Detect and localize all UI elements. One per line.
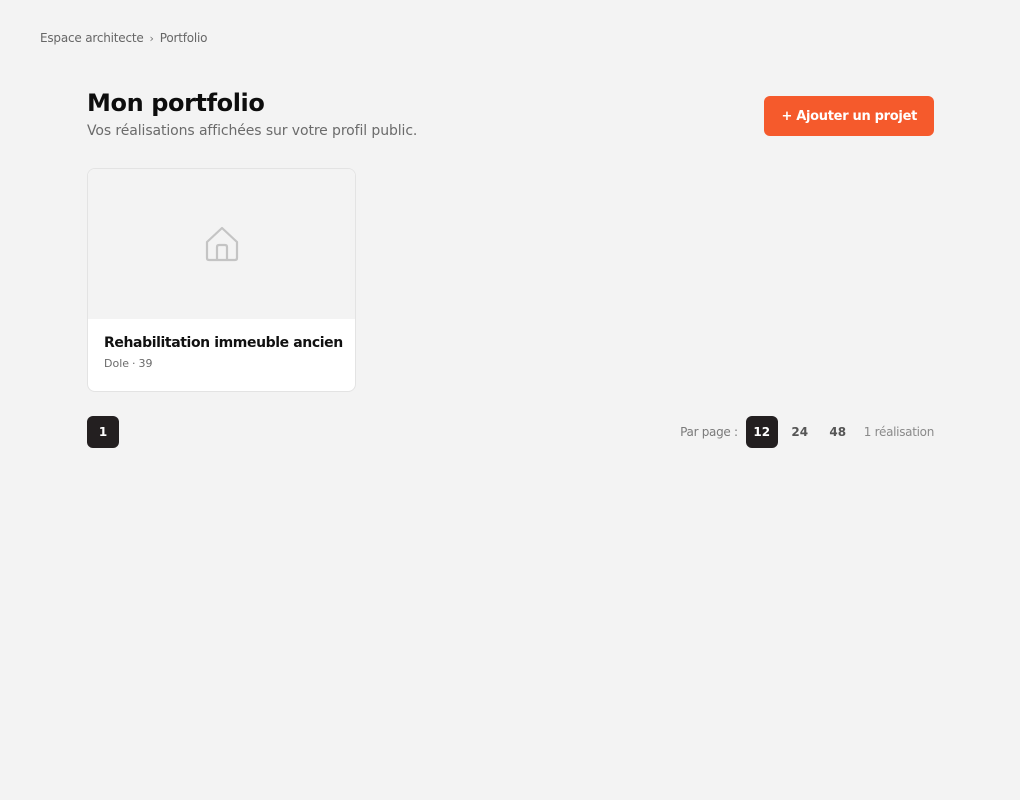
- page-subtitle: Vos réalisations affichées sur votre pro…: [87, 123, 418, 139]
- breadcrumb: Espace architecte › Portfolio: [40, 31, 208, 45]
- page-title: Mon portfolio: [87, 89, 265, 117]
- per-page-option-24[interactable]: 24: [784, 416, 816, 448]
- project-title: Rehabilitation immeuble ancien: [104, 335, 343, 351]
- page-heading: Mon portfolio Vos réalisations affichées…: [87, 86, 417, 139]
- project-city: Dole: [104, 357, 130, 370]
- add-project-button[interactable]: + Ajouter un projet: [764, 96, 934, 136]
- house-icon: [205, 226, 238, 262]
- portfolio-page: Espace architecte › Portfolio Mon portfo…: [0, 0, 1020, 800]
- per-page-label: Par page :: [680, 425, 738, 439]
- project-card[interactable]: Rehabilitation immeuble ancien Dole · 39: [87, 168, 356, 392]
- per-page-option-48[interactable]: 48: [822, 416, 854, 448]
- result-count: 1 réalisation: [863, 425, 935, 439]
- project-meta-separator: ·: [132, 357, 136, 370]
- breadcrumb-separator: ›: [149, 31, 154, 45]
- project-location: Dole · 39: [104, 357, 339, 370]
- breadcrumb-item-espace-architecte[interactable]: Espace architecte: [40, 31, 144, 45]
- page-header: Mon portfolio Vos réalisations affichées…: [87, 86, 934, 139]
- breadcrumb-item-portfolio[interactable]: Portfolio: [160, 31, 208, 45]
- page-button-1[interactable]: 1: [87, 416, 119, 448]
- per-page-option-12[interactable]: 12: [745, 416, 778, 448]
- per-page-selector: Par page : 12 24 48 1 réalisation: [680, 416, 934, 448]
- project-department: 39: [138, 357, 153, 370]
- pagination: 1: [87, 416, 119, 448]
- project-card-body: Rehabilitation immeuble ancien Dole · 39: [88, 319, 355, 370]
- project-thumbnail: [88, 169, 355, 319]
